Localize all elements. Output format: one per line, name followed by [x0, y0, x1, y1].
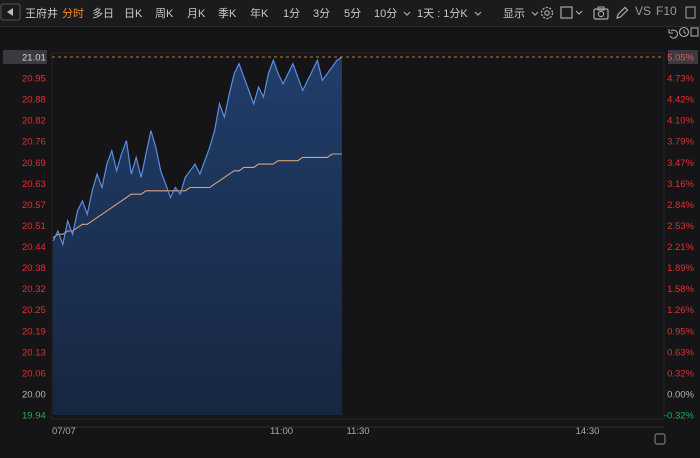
y-left-tick: 20.13	[22, 347, 46, 358]
y-left-tick: 20.88	[22, 95, 46, 106]
y-left-tick: 21.01	[22, 53, 46, 64]
tab-1min[interactable]: 1分	[283, 5, 300, 21]
y-right-tick: 0.95%	[667, 326, 694, 337]
y-right-tick: 0.63%	[667, 347, 694, 358]
y-left-tick: 20.00	[22, 389, 46, 400]
tab-monthly-k[interactable]: 月K	[187, 5, 205, 21]
timeshare-chart[interactable]: 21.01 20.95 20.88 20.82 20.76 20.69 20.63 20.57…	[0, 26, 700, 453]
pencil-icon[interactable]	[614, 5, 630, 21]
x-tick-label: 14:30	[576, 426, 600, 437]
window-icon[interactable]	[560, 5, 584, 21]
y-left-tick: 19.94	[22, 411, 46, 422]
expand-icon	[690, 27, 699, 37]
stock-name[interactable]: 王府井	[25, 5, 58, 21]
settings-icon[interactable]	[539, 5, 555, 21]
tab-yearly-k[interactable]: 年K	[250, 5, 268, 21]
y-right-tick: 2.84%	[667, 200, 694, 211]
vs-compare-button[interactable]: VS	[635, 4, 651, 18]
y-right-tick: 3.16%	[667, 179, 694, 190]
y-right-tick: 0.32%	[667, 368, 694, 379]
tab-weekly-k[interactable]: 周K	[155, 5, 173, 21]
stock-selector[interactable]	[0, 3, 22, 21]
chevron-down-icon	[403, 11, 411, 16]
y-left-tick: 20.82	[22, 116, 46, 127]
y-left-tick: 20.57	[22, 200, 46, 211]
price-area-fill	[53, 57, 342, 415]
y-left-tick: 20.69	[22, 158, 46, 169]
camera-icon[interactable]	[593, 5, 609, 21]
tab-timeshare[interactable]: 分时	[62, 5, 84, 21]
watermark-logo	[654, 433, 666, 445]
y-left-tick: 20.25	[22, 305, 46, 316]
tab-quarterly-k[interactable]: 季K	[218, 5, 236, 21]
y-left-tick: 20.44	[22, 242, 46, 253]
tab-daily-k[interactable]: 日K	[124, 5, 142, 21]
y-right-tick: 3.47%	[667, 158, 694, 169]
undo-icon	[668, 29, 678, 39]
tab-multi-day[interactable]: 多日	[92, 5, 114, 21]
x-tick-label: 11:00	[270, 426, 293, 437]
x-tick-label: 11:30	[346, 426, 369, 437]
display-menu-label: 显示	[503, 8, 525, 20]
y-right-tick: 0.00%	[667, 389, 694, 400]
y-left-tick: 20.95	[22, 74, 46, 85]
combo-select-value: 1天 : 1分K	[417, 8, 468, 20]
y-right-tick: 2.53%	[667, 221, 694, 232]
minute-select-value: 10分	[374, 8, 398, 20]
y-right-tick: 1.58%	[667, 284, 694, 295]
y-right-tick: 3.79%	[667, 137, 694, 148]
tab-3min[interactable]: 3分	[313, 5, 330, 21]
y-right-tick: 1.89%	[667, 263, 694, 274]
chevron-left-icon	[0, 3, 21, 21]
chevron-down-icon	[531, 11, 539, 16]
y-right-tick: 4.73%	[667, 74, 694, 85]
chevron-down-icon	[474, 11, 482, 16]
y-right-tick: 4.42%	[667, 95, 694, 106]
y-left-tick: 20.63	[22, 179, 46, 190]
chart-toolbar: 王府井 分时 多日 日K 周K 月K 季K 年K 1分 3分 5分 10分 1天…	[0, 0, 700, 27]
history-icon-hands	[683, 29, 687, 34]
tab-5min[interactable]: 5分	[344, 5, 361, 21]
combo-select[interactable]: 1天 : 1分K	[417, 5, 482, 21]
y-left-tick: 20.51	[22, 221, 46, 232]
y-right-tick: 4.10%	[667, 116, 694, 127]
display-menu[interactable]: 显示	[503, 5, 539, 21]
y-left-tick: 20.32	[22, 284, 46, 295]
y-right-tick: 1.26%	[667, 305, 694, 316]
x-tick-label: 07/07	[52, 426, 76, 437]
y-right-tick: 2.21%	[667, 242, 694, 253]
y-right-tick: -0.32%	[664, 411, 695, 422]
y-left-tick: 20.38	[22, 263, 46, 274]
y-left-tick: 20.06	[22, 368, 46, 379]
minute-select[interactable]: 10分	[374, 5, 411, 21]
f10-button[interactable]: F10	[656, 4, 677, 18]
y-right-tick: 5.05%	[667, 53, 694, 64]
f10-doc-icon	[685, 6, 696, 19]
y-left-tick: 20.19	[22, 326, 46, 337]
intraday-chart[interactable]: 21.01 20.95 20.88 20.82 20.76 20.69 20.63 20.57…	[0, 26, 700, 453]
y-left-tick: 20.76	[22, 137, 46, 148]
